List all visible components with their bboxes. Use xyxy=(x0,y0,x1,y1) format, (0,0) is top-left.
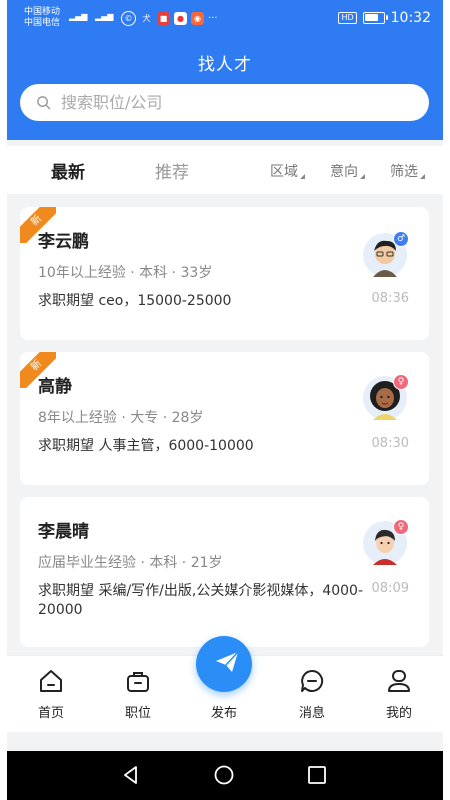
avatar[interactable]: ♂ xyxy=(363,231,409,277)
nav-home[interactable]: 首页 xyxy=(21,656,81,732)
bottom-nav: 首页 职位 发布 消息 我的 xyxy=(7,636,443,732)
avatar[interactable]: ♀ xyxy=(363,374,409,420)
dropdown-arrow-icon xyxy=(300,174,305,179)
nav-jobs[interactable]: 职位 xyxy=(108,656,168,732)
dropdown-filter[interactable]: 筛选 xyxy=(390,161,425,181)
search-input[interactable] xyxy=(59,92,393,113)
app-red-icon: ■ xyxy=(157,12,170,25)
tab-latest[interactable]: 最新 xyxy=(51,158,85,183)
nav-profile-label: 我的 xyxy=(385,706,412,721)
candidate-expectation: 求职期望 ceo，15000-25000 xyxy=(38,293,232,309)
filter-bar: 最新 推荐 区域 意向 筛选 xyxy=(7,146,443,194)
nav-messages-label: 消息 xyxy=(298,706,325,721)
candidate-card[interactable]: 新 高静 8年以上经验 · 大专 · 28岁 求职期望 人事主管，6000-10… xyxy=(20,352,429,485)
candidate-meta: 应届毕业生经验 · 本科 · 21岁 xyxy=(38,555,223,571)
app-screen: 中国移动 中国电信 ▂▄▆ ▂▄▆ © 犬 ■ ● ◉ ··· HD 10:32… xyxy=(7,0,443,800)
battery-icon xyxy=(362,12,388,24)
status-bar: 中国移动 中国电信 ▂▄▆ ▂▄▆ © 犬 ■ ● ◉ ··· HD 10:32 xyxy=(7,0,443,40)
system-nav-bar xyxy=(7,751,443,800)
candidate-name: 高静 xyxy=(38,377,72,397)
map-pin-icon: ● xyxy=(174,12,187,25)
carrier-1: 中国移动 xyxy=(24,7,61,17)
status-time: 10:32 xyxy=(390,10,431,26)
male-icon: ♂ xyxy=(393,231,409,247)
page-title: 找人才 xyxy=(198,55,252,75)
alipay-like-icon: © xyxy=(121,11,136,26)
female-icon: ♀ xyxy=(393,519,409,535)
dropdown-filter-label: 筛选 xyxy=(390,164,418,180)
nav-home-label: 首页 xyxy=(37,706,64,721)
user-icon xyxy=(388,670,410,692)
nav-messages[interactable]: 消息 xyxy=(282,656,342,732)
search-icon xyxy=(37,96,51,110)
nav-publish-label: 发布 xyxy=(210,706,237,721)
header: 中国移动 中国电信 ▂▄▆ ▂▄▆ © 犬 ■ ● ◉ ··· HD 10:32… xyxy=(7,0,443,140)
search-bar[interactable] xyxy=(20,84,429,121)
candidate-meta: 8年以上经验 · 大专 · 28岁 xyxy=(38,410,204,426)
candidate-name: 李晨晴 xyxy=(38,522,89,542)
briefcase-icon xyxy=(127,672,149,692)
home-circle-icon[interactable] xyxy=(213,764,235,786)
dropdown-region-label: 区域 xyxy=(270,164,298,180)
fox-icon: 犬 xyxy=(142,14,151,23)
dropdown-region[interactable]: 区域 xyxy=(270,161,305,181)
dropdown-intention[interactable]: 意向 xyxy=(330,161,365,181)
carrier-2: 中国电信 xyxy=(24,18,61,28)
candidate-expectation: 求职期望 人事主管，6000-10000 xyxy=(38,438,254,454)
candidate-time: 08:30 xyxy=(371,436,409,451)
candidate-meta: 10年以上经验 · 本科 · 33岁 xyxy=(38,265,213,281)
paper-plane-icon xyxy=(216,651,239,672)
recents-icon[interactable] xyxy=(306,764,328,786)
more-icon: ··· xyxy=(208,13,218,24)
avatar[interactable]: ♀ xyxy=(363,519,409,565)
candidate-name: 李云鹏 xyxy=(38,232,89,252)
status-app-icons: © 犬 ■ ● ◉ ··· xyxy=(121,11,218,26)
candidate-card[interactable]: 新 李云鹏 10年以上经验 · 本科 · 33岁 求职期望 ceo，15000-… xyxy=(20,207,429,340)
nav-publish[interactable]: 发布 xyxy=(194,636,254,732)
nav-profile[interactable]: 我的 xyxy=(369,656,429,732)
message-icon xyxy=(301,669,324,692)
publish-button[interactable] xyxy=(196,636,252,692)
female-icon: ♀ xyxy=(393,374,409,390)
signal-1-icon: ▂▄▆ xyxy=(69,12,88,21)
back-icon[interactable] xyxy=(120,764,142,786)
candidate-time: 08:36 xyxy=(371,291,409,306)
status-right: HD 10:32 xyxy=(338,10,431,26)
home-icon xyxy=(40,670,62,692)
hd-icon: HD xyxy=(338,12,357,24)
signal-2-icon: ▂▄▆ xyxy=(95,12,114,21)
weibo-icon: ◉ xyxy=(191,12,204,25)
dropdown-arrow-icon xyxy=(360,174,365,179)
tab-recommended[interactable]: 推荐 xyxy=(155,158,189,183)
candidate-card[interactable]: 李晨晴 应届毕业生经验 · 本科 · 21岁 08:09 求职期望 采编/写作/… xyxy=(20,497,429,647)
battery-level xyxy=(364,14,379,21)
candidate-expectation: 求职期望 采编/写作/出版,公关媒介影视媒体，4000-20000 xyxy=(38,583,364,618)
dropdown-intention-label: 意向 xyxy=(330,164,358,180)
carrier-names: 中国移动 中国电信 xyxy=(24,7,60,29)
dropdown-arrow-icon xyxy=(420,174,425,179)
nav-jobs-label: 职位 xyxy=(124,706,151,721)
